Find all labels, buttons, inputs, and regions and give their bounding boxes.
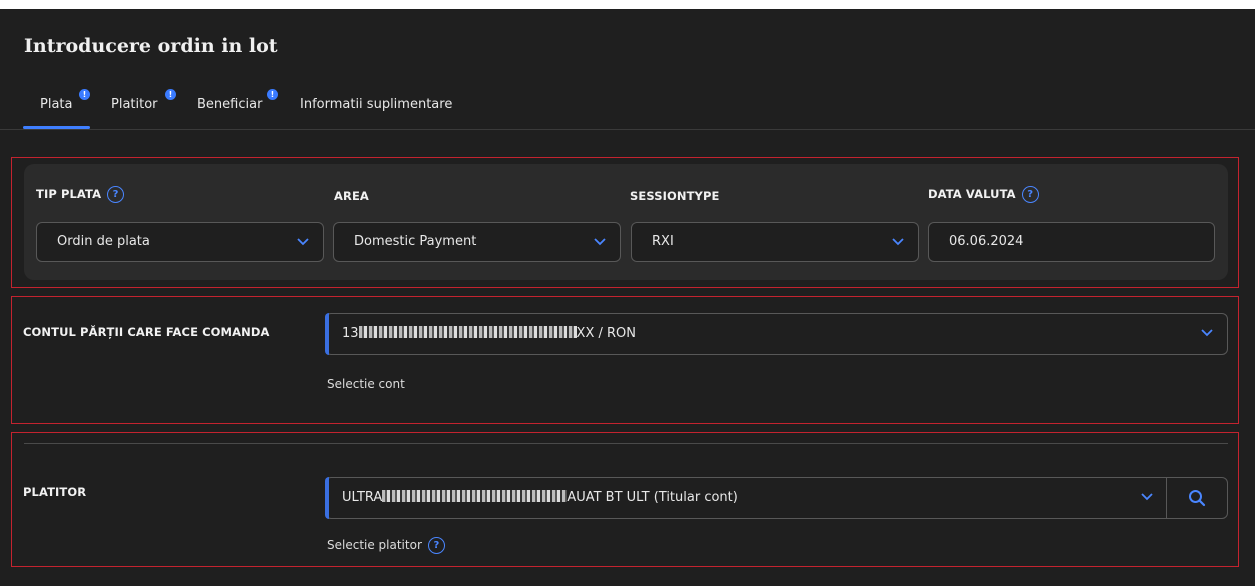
chevron-down-icon xyxy=(594,238,606,246)
tip-plata-label: TIP PLATA? xyxy=(36,186,125,203)
payer-hint: Selectie platitor? xyxy=(327,537,445,554)
chevron-down-icon xyxy=(1201,329,1213,337)
search-icon xyxy=(1189,490,1206,507)
tab-platitor[interactable]: Platitor ! xyxy=(111,89,176,112)
redacted-text xyxy=(358,326,577,338)
alert-badge-icon: ! xyxy=(267,89,278,100)
field-accent xyxy=(325,477,329,519)
tab-beneficiar[interactable]: Beneficiar ! xyxy=(197,89,278,112)
tab-plata[interactable]: Plata ! xyxy=(40,89,90,112)
payer-section: PLATITOR ULTRA AUAT BT ULT (Titular cont)… xyxy=(11,432,1239,567)
area-label: AREA xyxy=(334,189,369,203)
payer-label: PLATITOR xyxy=(23,485,87,499)
alert-badge-icon: ! xyxy=(165,89,176,100)
help-icon[interactable]: ? xyxy=(1021,186,1039,203)
tabs-divider xyxy=(0,129,1255,130)
payer-select[interactable]: ULTRA AUAT BT ULT (Titular cont) xyxy=(325,477,1228,519)
search-payer-button[interactable] xyxy=(1166,478,1227,518)
tab-informatii-suplimentare[interactable]: Informatii suplimentare xyxy=(300,97,452,112)
data-valuta-label: DATA VALUTA? xyxy=(928,186,1039,203)
alert-badge-icon: ! xyxy=(79,89,90,100)
field-accent xyxy=(325,313,329,355)
account-hint: Selectie cont xyxy=(327,377,405,391)
sessiontype-label: SESSIONTYPE xyxy=(630,189,720,203)
help-icon[interactable]: ? xyxy=(427,537,445,554)
ordering-account-section: CONTUL PĂRȚII CARE FACE COMANDA 13 XX / R… xyxy=(11,296,1239,424)
ordering-account-label: CONTUL PĂRȚII CARE FACE COMANDA xyxy=(23,325,270,339)
payment-details-panel: TIP PLATA? AREA SESSIONTYPE DATA VALUTA?… xyxy=(24,164,1228,280)
tip-plata-select[interactable]: Ordin de plata xyxy=(36,222,324,262)
data-valuta-input[interactable]: 06.06.2024 xyxy=(928,222,1215,262)
app-window: Introducere ordin in lot Plata ! Platito… xyxy=(0,9,1255,586)
chevron-down-icon xyxy=(892,238,904,246)
area-select[interactable]: Domestic Payment xyxy=(333,222,621,262)
ordering-account-select[interactable]: 13 XX / RON xyxy=(325,313,1228,355)
sessiontype-select[interactable]: RXI xyxy=(631,222,919,262)
chevron-down-icon xyxy=(1141,493,1153,501)
redacted-text xyxy=(382,490,568,502)
section-divider xyxy=(24,443,1228,444)
page-title: Introducere ordin in lot xyxy=(24,35,278,57)
chevron-down-icon xyxy=(297,238,309,246)
help-icon[interactable]: ? xyxy=(107,186,125,203)
